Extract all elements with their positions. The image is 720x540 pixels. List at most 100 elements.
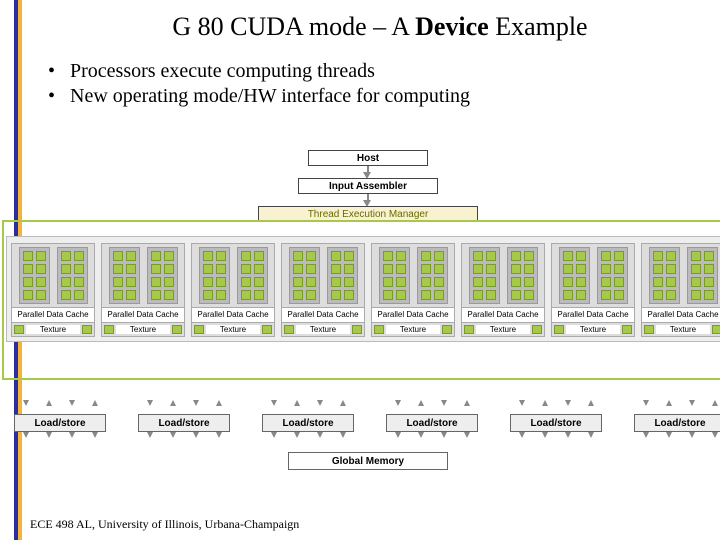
cuda-core — [383, 264, 393, 274]
cuda-core — [126, 251, 136, 261]
cuda-core — [511, 264, 521, 274]
cuda-core — [383, 251, 393, 261]
cuda-core — [331, 277, 341, 287]
core-grid — [237, 247, 268, 304]
loadstore-box: Load/store — [262, 414, 354, 432]
cuda-core — [396, 277, 406, 287]
texture-row: Texture — [642, 322, 720, 336]
cuda-core — [203, 277, 213, 287]
cuda-core — [344, 264, 354, 274]
arrow-down-icon — [565, 400, 571, 406]
title-post: Example — [489, 12, 588, 41]
arrow-up-icon — [216, 400, 222, 406]
arrow-group — [262, 432, 354, 438]
texture-row: Texture — [552, 322, 634, 336]
cuda-core — [383, 290, 393, 300]
texture-unit-icon — [712, 325, 720, 334]
arrow-group — [138, 432, 230, 438]
core-grid — [507, 247, 538, 304]
slide-title: G 80 CUDA mode – A Device Example — [0, 0, 720, 42]
cuda-core — [691, 251, 701, 261]
cuda-core — [524, 264, 534, 274]
core-grid — [57, 247, 88, 304]
cuda-core — [473, 290, 483, 300]
texture-unit-icon — [262, 325, 272, 334]
core-grid — [109, 247, 140, 304]
title-bold: Device — [415, 12, 489, 41]
cuda-core — [653, 277, 663, 287]
arrow-down-icon — [69, 400, 75, 406]
cuda-core — [524, 251, 534, 261]
core-grid — [417, 247, 448, 304]
loadstore-up-arrows — [14, 400, 720, 406]
cuda-core — [151, 251, 161, 261]
cuda-core — [241, 264, 251, 274]
arrow-down-icon — [542, 432, 548, 438]
texture-unit-icon — [284, 325, 294, 334]
global-memory-box: Global Memory — [288, 452, 448, 470]
parallel-data-cache-label: Parallel Data Cache — [192, 307, 274, 322]
cuda-core — [576, 251, 586, 261]
arrow-down-icon — [395, 432, 401, 438]
cuda-core — [126, 277, 136, 287]
sm-block: Parallel Data CacheTexture — [641, 243, 720, 337]
arrow-down-icon — [147, 432, 153, 438]
cuda-core — [691, 264, 701, 274]
texture-row: Texture — [12, 322, 94, 336]
arrow-group — [14, 432, 106, 438]
cuda-core — [563, 290, 573, 300]
core-grid — [649, 247, 680, 304]
cuda-core — [563, 264, 573, 274]
cuda-core — [524, 277, 534, 287]
arrow-up-icon — [170, 400, 176, 406]
core-grid — [597, 247, 628, 304]
cuda-core — [666, 290, 676, 300]
cuda-core — [653, 251, 663, 261]
cuda-core — [344, 290, 354, 300]
cuda-core — [601, 277, 611, 287]
cuda-core — [396, 290, 406, 300]
arrow-down-icon — [689, 432, 695, 438]
core-grid — [199, 247, 230, 304]
arrow-down-icon — [712, 432, 718, 438]
texture-unit-icon — [352, 325, 362, 334]
arrow-group — [634, 400, 720, 406]
texture-row: Texture — [462, 322, 544, 336]
cuda-core — [241, 290, 251, 300]
cuda-core — [74, 290, 84, 300]
arrow-up-icon — [712, 400, 718, 406]
sm-block: Parallel Data CacheTexture — [101, 243, 185, 337]
cuda-core — [113, 264, 123, 274]
cuda-core — [486, 277, 496, 287]
cuda-core — [614, 251, 624, 261]
cuda-core — [164, 277, 174, 287]
parallel-data-cache-label: Parallel Data Cache — [12, 307, 94, 322]
cuda-core — [421, 290, 431, 300]
loadstore-box: Load/store — [510, 414, 602, 432]
cuda-core — [563, 251, 573, 261]
cuda-core — [396, 251, 406, 261]
cuda-core — [203, 264, 213, 274]
texture-unit-icon — [644, 325, 654, 334]
arrow-down-icon — [643, 432, 649, 438]
cuda-core — [563, 277, 573, 287]
parallel-data-cache-label: Parallel Data Cache — [372, 307, 454, 322]
cuda-core — [74, 264, 84, 274]
texture-unit-icon — [172, 325, 182, 334]
cuda-core — [254, 264, 264, 274]
arrow-down-icon — [69, 432, 75, 438]
cuda-core — [306, 264, 316, 274]
cuda-core — [704, 251, 714, 261]
cuda-core — [293, 251, 303, 261]
core-grid — [327, 247, 358, 304]
loadstore-box: Load/store — [634, 414, 720, 432]
cuda-core — [344, 277, 354, 287]
cuda-core — [113, 290, 123, 300]
texture-unit-icon — [104, 325, 114, 334]
bullet-text: Processors execute computing threads — [70, 60, 375, 83]
arrow-down-icon — [464, 432, 470, 438]
cuda-core — [74, 251, 84, 261]
loadstore-row: Load/storeLoad/storeLoad/storeLoad/store… — [14, 414, 720, 432]
cuda-core — [293, 264, 303, 274]
cuda-core — [293, 277, 303, 287]
